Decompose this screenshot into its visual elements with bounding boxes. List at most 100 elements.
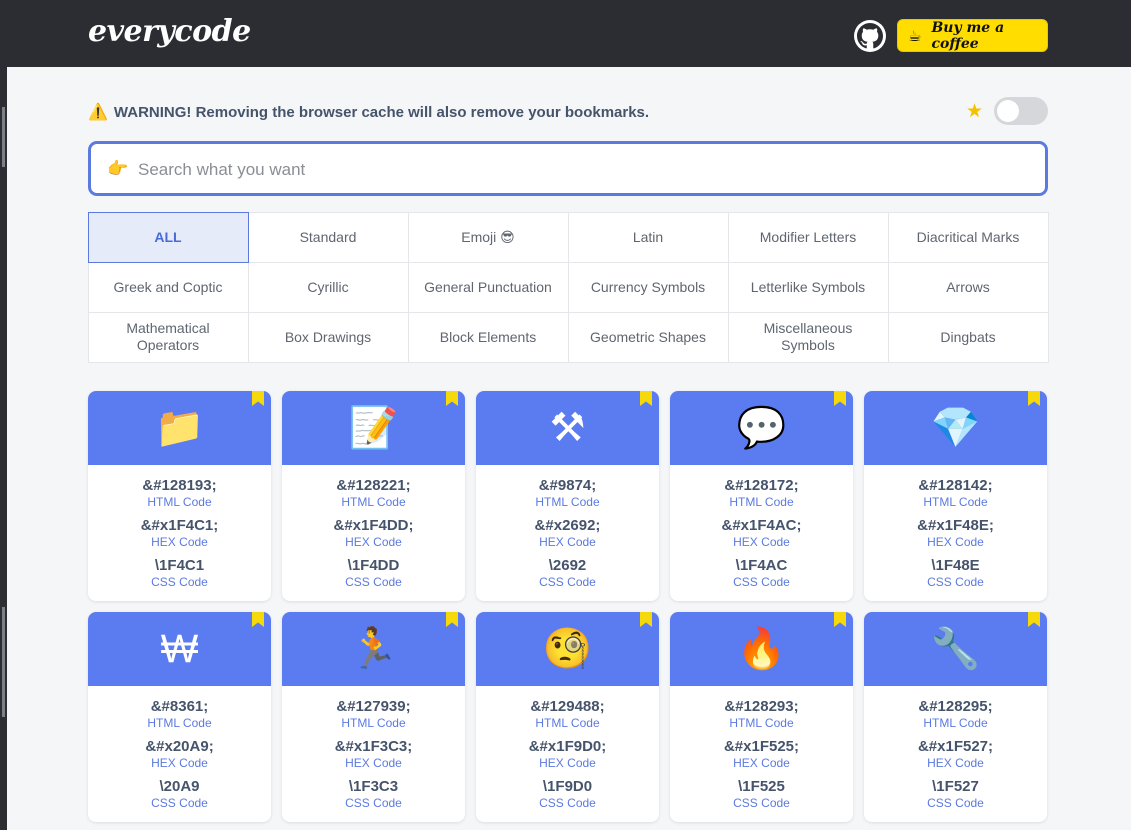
html-code-value[interactable]: &#8361; bbox=[88, 698, 271, 716]
css-code-value[interactable]: \1F3C3 bbox=[282, 778, 465, 796]
hex-code-value[interactable]: &#x1F4AC; bbox=[670, 517, 853, 535]
hex-code-value[interactable]: &#x1F527; bbox=[864, 738, 1047, 756]
github-icon[interactable] bbox=[854, 20, 886, 52]
bookmark-icon[interactable] bbox=[1028, 612, 1040, 627]
category-tab[interactable]: Latin bbox=[567, 211, 729, 263]
hex-code-value[interactable]: &#x1F9D0; bbox=[476, 738, 659, 756]
category-tab[interactable]: Diacritical Marks bbox=[887, 211, 1049, 263]
hex-code-value[interactable]: &#x1F525; bbox=[670, 738, 853, 756]
symbol-card[interactable]: 📝 &#128221; HTML Code &#x1F4DD; HEX Code \1F4… bbox=[282, 391, 465, 601]
hex-code-label: HEX Code bbox=[539, 756, 596, 770]
category-tab[interactable]: Currency Symbols bbox=[567, 261, 729, 313]
symbol-codes: &#128142; HTML Code &#x1F48E; HEX Code \1F48… bbox=[864, 465, 1047, 589]
bookmark-icon[interactable] bbox=[834, 612, 846, 627]
html-code-value[interactable]: &#128293; bbox=[670, 698, 853, 716]
html-code-value[interactable]: &#127939; bbox=[282, 698, 465, 716]
css-code-value[interactable]: \1F9D0 bbox=[476, 778, 659, 796]
html-code-label: HTML Code bbox=[535, 716, 600, 730]
category-tab[interactable]: Modifier Letters bbox=[727, 211, 889, 263]
category-tab[interactable]: Miscellaneous Symbols bbox=[727, 311, 889, 363]
symbol-card-header: 💎 bbox=[864, 391, 1047, 465]
css-code-label: CSS Code bbox=[733, 796, 790, 810]
category-tab[interactable]: ALL bbox=[87, 211, 249, 263]
html-code-value[interactable]: &#129488; bbox=[476, 698, 659, 716]
html-code-label: HTML Code bbox=[923, 495, 988, 509]
hex-code-label: HEX Code bbox=[539, 535, 596, 549]
category-tab[interactable]: Mathematical Operators bbox=[87, 311, 249, 363]
html-code-value[interactable]: &#128221; bbox=[282, 477, 465, 495]
coffee-label: Buy me a coffee bbox=[931, 19, 1005, 52]
symbol-card-header: 💬 bbox=[670, 391, 853, 465]
search-box[interactable]: 👉 bbox=[88, 141, 1048, 196]
category-tab[interactable]: Greek and Coptic bbox=[87, 261, 249, 313]
symbol-card[interactable]: 🔧 &#128295; HTML Code &#x1F527; HEX Code \1F5… bbox=[864, 612, 1047, 822]
category-tab[interactable]: Dingbats bbox=[887, 311, 1049, 363]
hex-code-value[interactable]: &#x1F4C1; bbox=[88, 517, 271, 535]
css-code-label: CSS Code bbox=[345, 575, 402, 589]
coffee-cup-icon: ☕ bbox=[908, 27, 922, 45]
css-code-label: CSS Code bbox=[151, 575, 208, 589]
css-code-value[interactable]: \1F4AC bbox=[670, 557, 853, 575]
category-tab[interactable]: General Punctuation bbox=[407, 261, 569, 313]
symbol-card[interactable]: ₩ &#8361; HTML Code &#x20A9; HEX Code \20A9 CS… bbox=[88, 612, 271, 822]
css-code-value[interactable]: \1F4DD bbox=[282, 557, 465, 575]
hex-code-value[interactable]: &#x1F48E; bbox=[864, 517, 1047, 535]
site-logo[interactable]: everycode bbox=[88, 14, 251, 49]
symbol-card-header: 🔧 bbox=[864, 612, 1047, 686]
bookmark-icon[interactable] bbox=[446, 391, 458, 406]
bookmark-icon[interactable] bbox=[252, 391, 264, 406]
symbol-codes: &#128172; HTML Code &#x1F4AC; HEX Code \1F4A… bbox=[670, 465, 853, 589]
css-code-label: CSS Code bbox=[539, 575, 596, 589]
html-code-label: HTML Code bbox=[147, 716, 212, 730]
html-code-label: HTML Code bbox=[923, 716, 988, 730]
bookmark-icon[interactable] bbox=[640, 612, 652, 627]
bookmark-icon[interactable] bbox=[834, 391, 846, 406]
search-input[interactable] bbox=[136, 155, 1020, 185]
category-tab[interactable]: Geometric Shapes bbox=[567, 311, 729, 363]
html-code-value[interactable]: &#128172; bbox=[670, 477, 853, 495]
symbol-card[interactable]: ⚒ &#9874; HTML Code &#x2692; HEX Code \2692 CS… bbox=[476, 391, 659, 601]
hex-code-value[interactable]: &#x2692; bbox=[476, 517, 659, 535]
css-code-label: CSS Code bbox=[927, 796, 984, 810]
css-code-value[interactable]: \1F525 bbox=[670, 778, 853, 796]
category-tab[interactable]: Arrows bbox=[887, 261, 1049, 313]
bookmark-icon[interactable] bbox=[640, 391, 652, 406]
category-tab[interactable]: Box Drawings bbox=[247, 311, 409, 363]
symbol-card[interactable]: 🧐 &#129488; HTML Code &#x1F9D0; HEX Code \1F9… bbox=[476, 612, 659, 822]
cache-warning: ⚠️ WARNING! Removing the browser cache w… bbox=[88, 102, 649, 122]
category-tab[interactable]: Letterlike Symbols bbox=[727, 261, 889, 313]
html-code-value[interactable]: &#128295; bbox=[864, 698, 1047, 716]
html-code-value[interactable]: &#9874; bbox=[476, 477, 659, 495]
css-code-value[interactable]: \1F48E bbox=[864, 557, 1047, 575]
bookmark-icon[interactable] bbox=[1028, 391, 1040, 406]
hex-code-value[interactable]: &#x1F4DD; bbox=[282, 517, 465, 535]
html-code-value[interactable]: &#128142; bbox=[864, 477, 1047, 495]
category-tab[interactable]: Standard bbox=[247, 211, 409, 263]
bookmark-icon[interactable] bbox=[446, 612, 458, 627]
css-code-value[interactable]: \2692 bbox=[476, 557, 659, 575]
toggle-knob bbox=[997, 100, 1019, 122]
bookmark-icon[interactable] bbox=[252, 612, 264, 627]
category-tab[interactable]: Block Elements bbox=[407, 311, 569, 363]
symbol-card[interactable]: 🔥 &#128293; HTML Code &#x1F525; HEX Code \1F5… bbox=[670, 612, 853, 822]
css-code-value[interactable]: \1F4C1 bbox=[88, 557, 271, 575]
hex-code-value[interactable]: &#x20A9; bbox=[88, 738, 271, 756]
symbol-codes: &#128293; HTML Code &#x1F525; HEX Code \1F52… bbox=[670, 686, 853, 810]
symbol-card[interactable]: 💎 &#128142; HTML Code &#x1F48E; HEX Code \1F4… bbox=[864, 391, 1047, 601]
html-code-value[interactable]: &#128193; bbox=[88, 477, 271, 495]
css-code-value[interactable]: \1F527 bbox=[864, 778, 1047, 796]
symbol-card-header: 🏃 bbox=[282, 612, 465, 686]
symbol-card[interactable]: 📁 &#128193; HTML Code &#x1F4C1; HEX Code \1F4… bbox=[88, 391, 271, 601]
css-code-value[interactable]: \20A9 bbox=[88, 778, 271, 796]
buy-me-a-coffee-button[interactable]: ☕ Buy me a coffee bbox=[897, 19, 1048, 52]
category-tab[interactable]: Emoji 😎 bbox=[407, 211, 569, 263]
category-tab[interactable]: Cyrillic bbox=[247, 261, 409, 313]
edge-marker bbox=[2, 107, 5, 167]
symbol-card[interactable]: 🏃 &#127939; HTML Code &#x1F3C3; HEX Code \1F3… bbox=[282, 612, 465, 822]
symbol-glyph: 📝 bbox=[348, 406, 399, 450]
symbol-card[interactable]: 💬 &#128172; HTML Code &#x1F4AC; HEX Code \1F4… bbox=[670, 391, 853, 601]
hex-code-label: HEX Code bbox=[345, 535, 402, 549]
symbol-card-header: 📁 bbox=[88, 391, 271, 465]
hex-code-value[interactable]: &#x1F3C3; bbox=[282, 738, 465, 756]
bookmarks-toggle[interactable] bbox=[994, 97, 1048, 125]
